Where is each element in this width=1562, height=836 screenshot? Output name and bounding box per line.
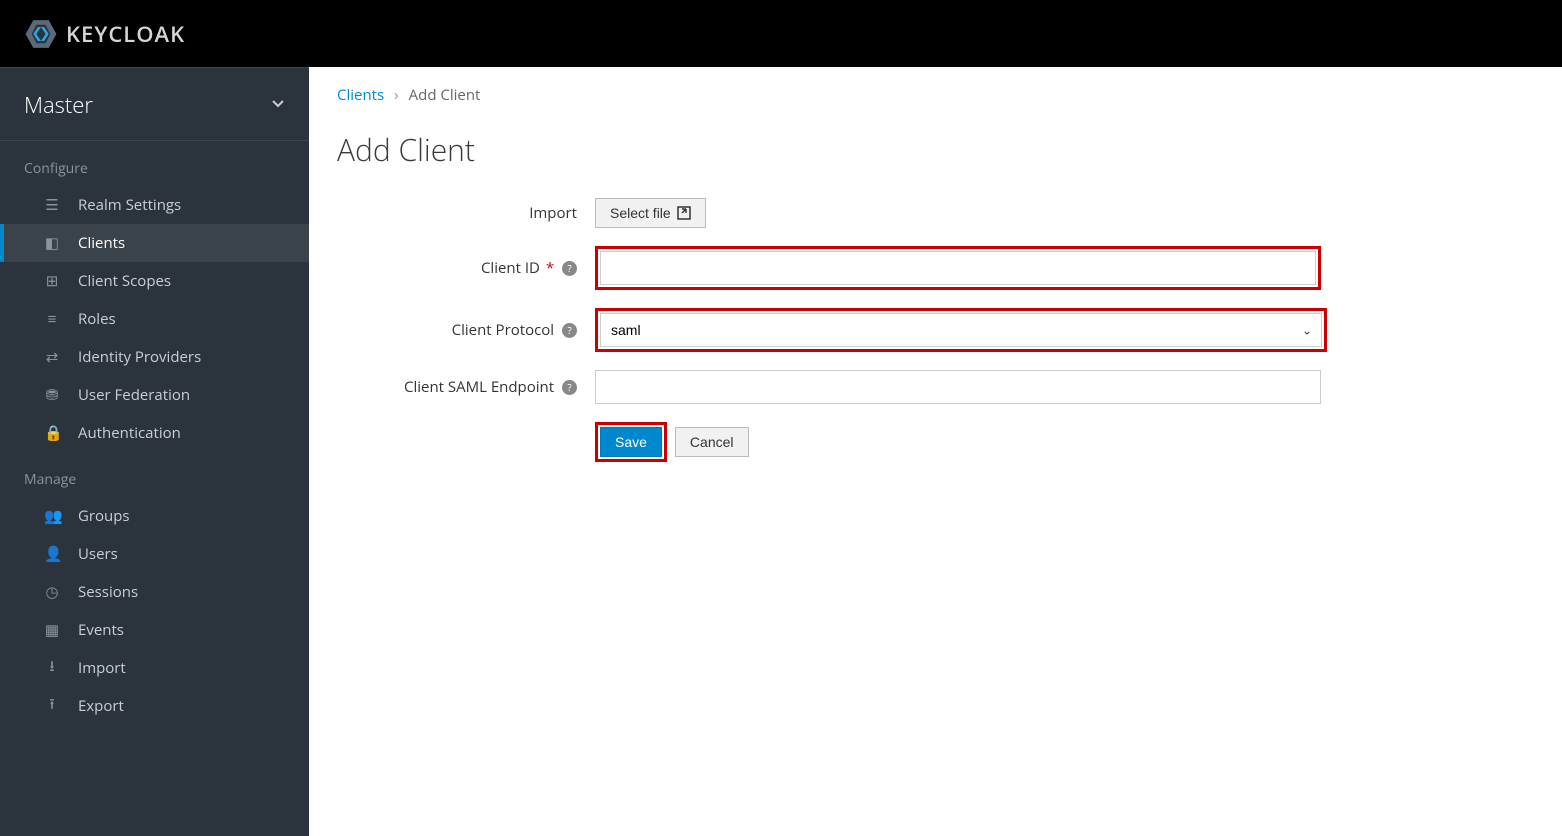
calendar-icon: ▦ — [44, 620, 60, 640]
sidebar-item-label: Users — [78, 544, 118, 564]
database-icon: ⛃ — [44, 385, 60, 405]
sidebar-item-import[interactable]: ⭳ Import — [0, 649, 309, 687]
sliders-icon: ☰ — [44, 195, 60, 215]
sidebar-item-authentication[interactable]: 🔒 Authentication — [0, 414, 309, 452]
import-icon: ⭳ — [44, 656, 60, 681]
client-id-input[interactable] — [600, 251, 1316, 285]
sidebar-item-clients[interactable]: ◧ Clients — [0, 224, 309, 262]
sidebar-item-client-scopes[interactable]: ⊞ Client Scopes — [0, 262, 309, 300]
sidebar-section-manage: Manage — [0, 452, 309, 497]
import-label: Import — [337, 203, 595, 223]
sidebar-item-label: Export — [78, 696, 124, 716]
sidebar-item-groups[interactable]: 👥 Groups — [0, 497, 309, 535]
add-client-form: Import Select file Client ID * ? — [337, 198, 1337, 462]
sidebar-item-roles[interactable]: ≡ Roles — [0, 300, 309, 338]
sidebar-item-label: Groups — [78, 506, 130, 526]
clock-icon: ◷ — [44, 582, 60, 602]
sidebar-item-events[interactable]: ▦ Events — [0, 611, 309, 649]
sidebar-item-users[interactable]: 👤 Users — [0, 535, 309, 573]
sidebar-item-label: Authentication — [78, 423, 181, 443]
client-protocol-select[interactable]: saml — [600, 313, 1322, 347]
realm-selector[interactable]: Master — [0, 68, 309, 141]
client-id-highlight — [595, 246, 1321, 290]
breadcrumb-current: Add Client — [409, 85, 481, 105]
client-saml-endpoint-input[interactable] — [595, 370, 1321, 404]
sidebar: Master Configure ☰ Realm Settings ◧ Clie… — [0, 67, 309, 836]
save-button-highlight: Save — [595, 422, 667, 462]
app-logo[interactable]: KEYCLOAK — [24, 17, 185, 51]
select-file-button-label: Select file — [610, 205, 671, 221]
list-icon: ≡ — [44, 309, 60, 329]
exchange-icon: ⇄ — [44, 347, 60, 367]
user-icon: 👤 — [44, 544, 60, 564]
help-icon[interactable]: ? — [562, 323, 577, 338]
cube-icon: ◧ — [44, 233, 60, 253]
scopes-icon: ⊞ — [44, 271, 60, 291]
client-protocol-highlight: saml ⌄ — [595, 308, 1327, 352]
breadcrumb: Clients › Add Client — [337, 85, 1534, 105]
sidebar-item-label: Roles — [78, 309, 116, 329]
sidebar-item-label: Client Scopes — [78, 271, 171, 291]
client-saml-endpoint-label: Client SAML Endpoint ? — [337, 377, 595, 397]
breadcrumb-separator: › — [394, 85, 399, 105]
save-button[interactable]: Save — [600, 427, 662, 457]
sidebar-item-label: Clients — [78, 233, 125, 253]
export-icon: ⭱ — [44, 694, 60, 719]
keycloak-logo-icon — [24, 17, 58, 51]
main-content: Clients › Add Client Add Client Import S… — [309, 67, 1562, 836]
cancel-button[interactable]: Cancel — [675, 427, 749, 457]
sidebar-section-configure: Configure — [0, 141, 309, 186]
client-id-label: Client ID * ? — [337, 258, 595, 278]
users-icon: 👥 — [44, 506, 60, 526]
app-name: KEYCLOAK — [66, 19, 185, 49]
help-icon[interactable]: ? — [562, 261, 577, 276]
help-icon[interactable]: ? — [562, 380, 577, 395]
sidebar-item-label: Realm Settings — [78, 195, 181, 215]
client-protocol-label: Client Protocol ? — [337, 320, 595, 340]
topbar: KEYCLOAK — [0, 0, 1562, 67]
sidebar-item-label: Identity Providers — [78, 347, 201, 367]
breadcrumb-clients-link[interactable]: Clients — [337, 85, 384, 105]
sidebar-item-identity-providers[interactable]: ⇄ Identity Providers — [0, 338, 309, 376]
sidebar-item-realm-settings[interactable]: ☰ Realm Settings — [0, 186, 309, 224]
client-protocol-label-text: Client Protocol — [452, 320, 554, 340]
chevron-down-icon — [271, 94, 285, 116]
sidebar-item-user-federation[interactable]: ⛃ User Federation — [0, 376, 309, 414]
sidebar-item-sessions[interactable]: ◷ Sessions — [0, 573, 309, 611]
sidebar-item-label: User Federation — [78, 385, 190, 405]
client-id-label-text: Client ID — [481, 258, 540, 278]
page-title: Add Client — [337, 129, 1534, 170]
lock-icon: 🔒 — [44, 423, 60, 443]
select-file-button[interactable]: Select file — [595, 198, 706, 228]
realm-name: Master — [24, 90, 93, 120]
sidebar-item-label: Sessions — [78, 582, 138, 602]
sidebar-item-label: Import — [78, 658, 126, 678]
sidebar-item-label: Events — [78, 620, 124, 640]
sidebar-item-export[interactable]: ⭱ Export — [0, 687, 309, 725]
client-saml-endpoint-label-text: Client SAML Endpoint — [404, 377, 554, 397]
upload-icon — [677, 206, 691, 220]
required-marker: * — [546, 258, 554, 278]
